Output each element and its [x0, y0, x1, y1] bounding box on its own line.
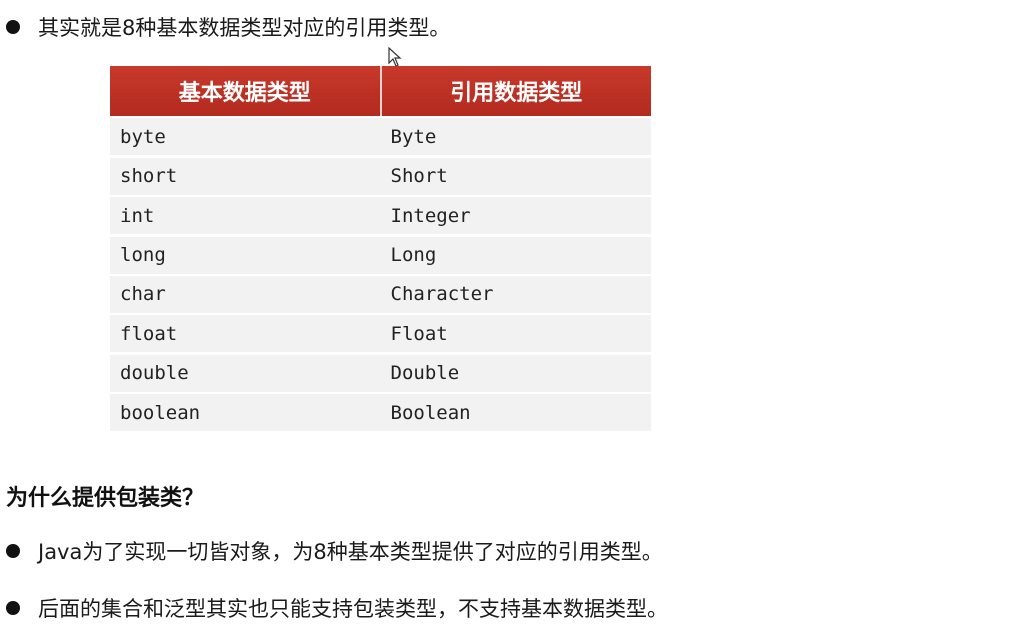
- table-row: boolean Boolean: [110, 394, 651, 432]
- table-row: char Character: [110, 275, 651, 313]
- type-mapping-table: 基本数据类型 引用数据类型 byte Byte short Short int …: [110, 66, 651, 432]
- section-heading: 为什么提供包装类？: [6, 486, 205, 511]
- primitive-type-cell: byte: [120, 125, 166, 148]
- primitive-type-cell: short: [120, 165, 178, 188]
- wrapper-type-cell: Character: [390, 283, 494, 306]
- reason-bullet: Java为了实现一切皆对象，为8种基本类型提供了对应的引用类型。: [6, 536, 663, 566]
- reason-text: 后面的集合和泛型其实也只能支持包装类型，不支持基本数据类型。: [38, 597, 668, 621]
- reason-text: Java为了实现一切皆对象，为8种基本类型提供了对应的引用类型。: [38, 540, 663, 564]
- wrapper-type-cell: Double: [390, 362, 460, 385]
- table-row: byte Byte: [110, 118, 651, 156]
- primitive-type-cell: double: [120, 362, 189, 385]
- reason-bullet: 后面的集合和泛型其实也只能支持包装类型，不支持基本数据类型。: [6, 593, 668, 623]
- wrapper-type-cell: Long: [390, 244, 437, 267]
- bullet-dot-icon: [6, 20, 20, 34]
- wrapper-type-cell: Byte: [390, 125, 437, 148]
- table-header: 基本数据类型 引用数据类型: [110, 66, 651, 116]
- table-row: double Double: [110, 354, 651, 392]
- bullet-dot-icon: [6, 544, 20, 558]
- primitive-type-cell: long: [120, 244, 166, 267]
- primitive-type-cell: boolean: [120, 401, 201, 424]
- wrapper-type-cell: Integer: [390, 204, 471, 227]
- bullet-dot-icon: [6, 601, 20, 615]
- header-primitive-types: 基本数据类型: [178, 81, 311, 106]
- intro-text: 其实就是8种基本数据类型对应的引用类型。: [38, 16, 451, 40]
- table-row: float Float: [110, 315, 651, 353]
- table-row: long Long: [110, 236, 651, 274]
- primitive-type-cell: char: [120, 283, 166, 306]
- table-row: short Short: [110, 157, 651, 195]
- primitive-type-cell: int: [120, 204, 155, 227]
- mouse-cursor-icon: [388, 47, 402, 67]
- table-row: int Integer: [110, 197, 651, 235]
- header-reference-types: 引用数据类型: [379, 66, 652, 116]
- wrapper-type-cell: Short: [390, 165, 448, 188]
- intro-bullet: 其实就是8种基本数据类型对应的引用类型。: [6, 12, 450, 42]
- primitive-type-cell: float: [120, 322, 178, 345]
- wrapper-type-cell: Boolean: [390, 401, 471, 424]
- wrapper-type-cell: Float: [390, 322, 448, 345]
